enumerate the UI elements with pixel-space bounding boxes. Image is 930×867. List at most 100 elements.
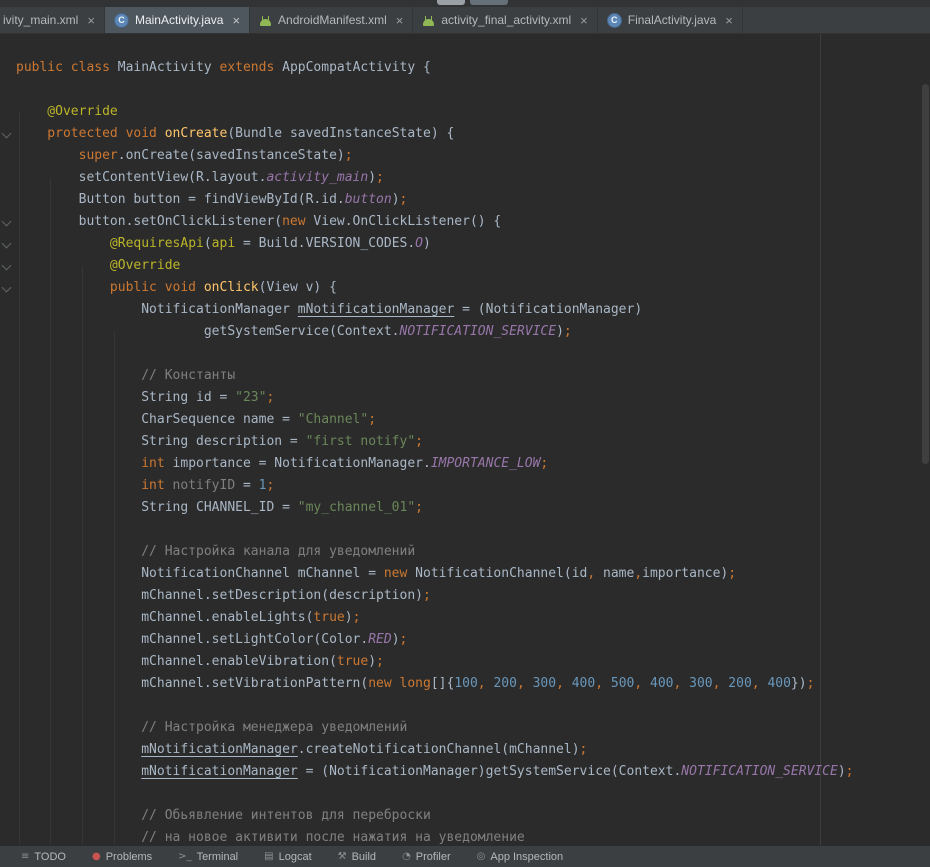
tab-close-icon[interactable]: ×	[87, 14, 95, 27]
code-line[interactable]: button.setOnClickListener(new View.OnCli…	[16, 211, 930, 233]
code-line[interactable]: mChannel.enableVibration(true);	[16, 651, 930, 673]
code-token: super	[79, 148, 118, 163]
code-token: new	[384, 566, 407, 581]
code-line[interactable]: String description = "first notify";	[16, 431, 930, 453]
tool-window-button-logcat[interactable]: ▤Logcat	[251, 851, 324, 863]
code-token: String id =	[16, 390, 235, 405]
code-token: api	[212, 236, 235, 251]
code-line[interactable]	[16, 783, 930, 805]
editor-tab-finalactivity-java[interactable]: CFinalActivity.java×	[598, 7, 743, 33]
code-token: ;	[376, 170, 384, 185]
code-line[interactable]: mNotificationManager.createNotificationC…	[16, 739, 930, 761]
code-token: ;	[423, 588, 431, 603]
code-line[interactable]: mChannel.setLightColor(Color.RED);	[16, 629, 930, 651]
code-line[interactable]: // Обьявление интентов для переброски	[16, 805, 930, 827]
code-token: ;	[345, 148, 353, 163]
code-token: // Настройка менеджера уведомлений	[16, 720, 407, 735]
code-token: ,	[587, 566, 595, 581]
code-token: (	[204, 236, 212, 251]
code-token: notifyID	[173, 478, 236, 493]
editor-tab-activity-final-activity-xml[interactable]: activity_final_activity.xml ×	[413, 7, 597, 33]
code-line[interactable]: // Константы	[16, 365, 930, 387]
code-line[interactable]: mChannel.enableLights(true);	[16, 607, 930, 629]
code-line[interactable]	[16, 79, 930, 101]
code-line[interactable]: int notifyID = 1;	[16, 475, 930, 497]
code-token: "first notify"	[306, 434, 416, 449]
code-line[interactable]	[16, 519, 930, 541]
tab-close-icon[interactable]: ×	[396, 14, 404, 27]
code-token: mChannel.setLightColor(Color.	[16, 632, 368, 647]
code-area[interactable]: public class MainActivity extends AppCom…	[0, 34, 930, 845]
scrollbar[interactable]	[922, 84, 929, 464]
code-token: getSystemService(Context.	[16, 324, 400, 339]
code-line[interactable]: // Настройка менеджера уведомлений	[16, 717, 930, 739]
toolbar-remnant	[0, 0, 930, 7]
code-line[interactable]: setContentView(R.layout.activity_main);	[16, 167, 930, 189]
code-token: ,	[634, 676, 650, 691]
editor-tab-ivity-main-xml[interactable]: ivity_main.xml×	[0, 7, 105, 33]
code-line[interactable]: // Настройка канала для уведомлений	[16, 541, 930, 563]
tool-window-button-profiler[interactable]: ◔Profiler	[389, 851, 464, 863]
code-line[interactable]: public class MainActivity extends AppCom…	[16, 57, 930, 79]
code-token: ;	[415, 500, 423, 515]
code-line[interactable]: mNotificationManager = (NotificationMana…	[16, 761, 930, 783]
code-token: button.setOnClickListener(	[16, 214, 282, 229]
code-line[interactable]: int importance = NotificationManager.IMP…	[16, 453, 930, 475]
code-token: onCreate	[165, 126, 228, 141]
code-line[interactable]: String id = "23";	[16, 387, 930, 409]
code-token: NotificationManager	[16, 302, 298, 317]
tab-close-icon[interactable]: ×	[580, 14, 588, 27]
code-line[interactable]: // на новое активити после нажатия на ув…	[16, 827, 930, 845]
problems-icon: ●	[92, 851, 101, 862]
code-token: int	[16, 478, 173, 493]
code-line[interactable]: mChannel.setVibrationPattern(new long[]{…	[16, 673, 930, 695]
code-token: CharSequence name =	[16, 412, 298, 427]
code-token: View.OnClickListener() {	[306, 214, 502, 229]
tool-window-bar: ≡TODO●Problems>_Terminal▤Logcat⚒Build◔Pr…	[0, 845, 930, 867]
code-token: button	[345, 192, 392, 207]
tool-window-button-todo[interactable]: ≡TODO	[8, 851, 79, 863]
java-class-icon: C	[607, 13, 622, 28]
tool-window-button-problems[interactable]: ●Problems	[79, 851, 165, 863]
code-line[interactable]: CharSequence name = "Channel";	[16, 409, 930, 431]
code-line[interactable]: Button button = findViewById(R.id.button…	[16, 189, 930, 211]
code-token: ;	[266, 478, 274, 493]
code-line[interactable]: @Override	[16, 255, 930, 277]
tool-window-button-terminal[interactable]: >_Terminal	[165, 851, 251, 863]
code-line[interactable]: @RequiresApi(api = Build.VERSION_CODES.O…	[16, 233, 930, 255]
tab-label: activity_final_activity.xml	[441, 13, 571, 27]
code-line[interactable]: NotificationManager mNotificationManager…	[16, 299, 930, 321]
tool-window-button-build[interactable]: ⚒Build	[325, 851, 389, 863]
code-line[interactable]: protected void onCreate(Bundle savedInst…	[16, 123, 930, 145]
code-token: )	[368, 654, 376, 669]
code-line[interactable]: super.onCreate(savedInstanceState);	[16, 145, 930, 167]
code-token: long	[400, 676, 431, 691]
code-token	[16, 764, 141, 779]
terminal-icon: >_	[178, 851, 191, 862]
code-line[interactable]: String CHANNEL_ID = "my_channel_01";	[16, 497, 930, 519]
profiler-icon: ◔	[402, 851, 411, 862]
code-token: ;	[266, 390, 274, 405]
code-line[interactable]: public void onClick(View v) {	[16, 277, 930, 299]
code-line[interactable]	[16, 343, 930, 365]
tool-window-button-app-inspection[interactable]: ◎App Inspection	[464, 851, 577, 863]
code-token: activity_main	[266, 170, 368, 185]
code-token: mNotificationManager	[298, 302, 455, 317]
toolbar-widget-fragment	[470, 0, 508, 5]
code-line[interactable]: @Override	[16, 101, 930, 123]
tool-window-label: TODO	[34, 851, 66, 863]
tab-close-icon[interactable]: ×	[232, 14, 240, 27]
code-line[interactable]: mChannel.setDescription(description);	[16, 585, 930, 607]
code-line[interactable]: getSystemService(Context.NOTIFICATION_SE…	[16, 321, 930, 343]
code-token: new	[368, 676, 391, 691]
code-line[interactable]: NotificationChannel mChannel = new Notif…	[16, 563, 930, 585]
code-token: []{	[431, 676, 454, 691]
code-line[interactable]	[16, 695, 930, 717]
editor-tab-mainactivity-java[interactable]: CMainActivity.java×	[105, 7, 250, 33]
editor-tab-androidmanifest-xml[interactable]: AndroidManifest.xml×	[250, 7, 413, 33]
code-token: importance)	[642, 566, 728, 581]
tab-close-icon[interactable]: ×	[725, 14, 733, 27]
tool-window-label: Logcat	[279, 851, 312, 863]
code-editor[interactable]: public class MainActivity extends AppCom…	[0, 34, 930, 845]
code-token: )	[368, 170, 376, 185]
